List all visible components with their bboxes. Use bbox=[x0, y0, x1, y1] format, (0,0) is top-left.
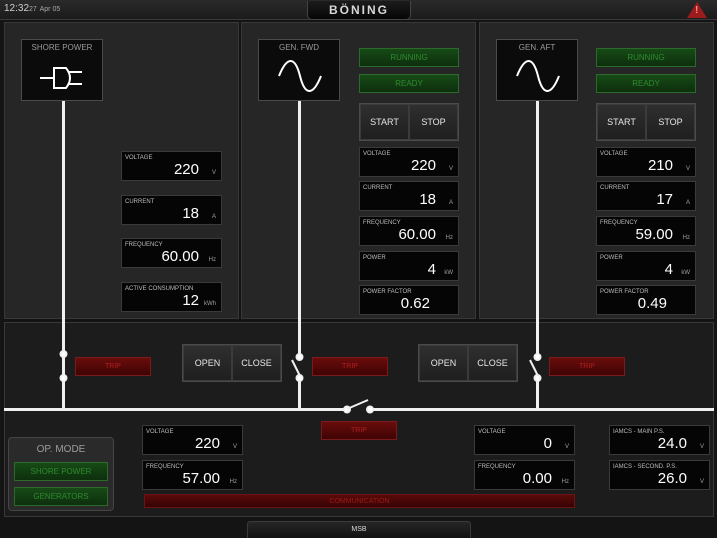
tab-msb[interactable]: MSB bbox=[247, 521, 471, 538]
gen-fwd-open-button[interactable]: OPEN bbox=[183, 345, 232, 381]
bus-left-voltage-readout: VOLTAGE 220 V bbox=[142, 425, 243, 455]
gen-aft-open-button[interactable]: OPEN bbox=[419, 345, 468, 381]
gen-aft-breaker-controls: OPEN CLOSE bbox=[418, 344, 518, 382]
iamcs-main-ps-readout: IAMCS - MAIN P.S. 24.0 V bbox=[609, 425, 710, 455]
bus-left-frequency-readout: FREQUENCY 57.00 Hz bbox=[142, 460, 243, 490]
iamcs-second-ps-readout: IAMCS - SECOND. P.S. 26.0 V bbox=[609, 460, 710, 490]
gen-aft-trip-button[interactable]: TRIP bbox=[549, 357, 625, 376]
gen-aft-close-button[interactable]: CLOSE bbox=[468, 345, 517, 381]
op-mode-panel: OP. MODE SHORE POWER GENERATORS bbox=[8, 437, 114, 511]
shore-power-mode-button[interactable]: SHORE POWER bbox=[14, 462, 108, 481]
bus-tie-trip-button[interactable]: TRIP bbox=[321, 421, 397, 440]
shore-trip-button[interactable]: TRIP bbox=[75, 357, 151, 376]
op-mode-title: OP. MODE bbox=[36, 444, 86, 455]
communication-alarm-bar: COMMUNICATION bbox=[144, 494, 575, 508]
generators-mode-button[interactable]: GENERATORS bbox=[14, 487, 108, 506]
bus-right-frequency-readout: FREQUENCY 0.00 Hz bbox=[474, 460, 575, 490]
bus-right-voltage-readout: VOLTAGE 0 V bbox=[474, 425, 575, 455]
gen-fwd-close-button[interactable]: CLOSE bbox=[232, 345, 281, 381]
gen-fwd-trip-button[interactable]: TRIP bbox=[312, 357, 388, 376]
gen-fwd-breaker-controls: OPEN CLOSE bbox=[182, 344, 282, 382]
